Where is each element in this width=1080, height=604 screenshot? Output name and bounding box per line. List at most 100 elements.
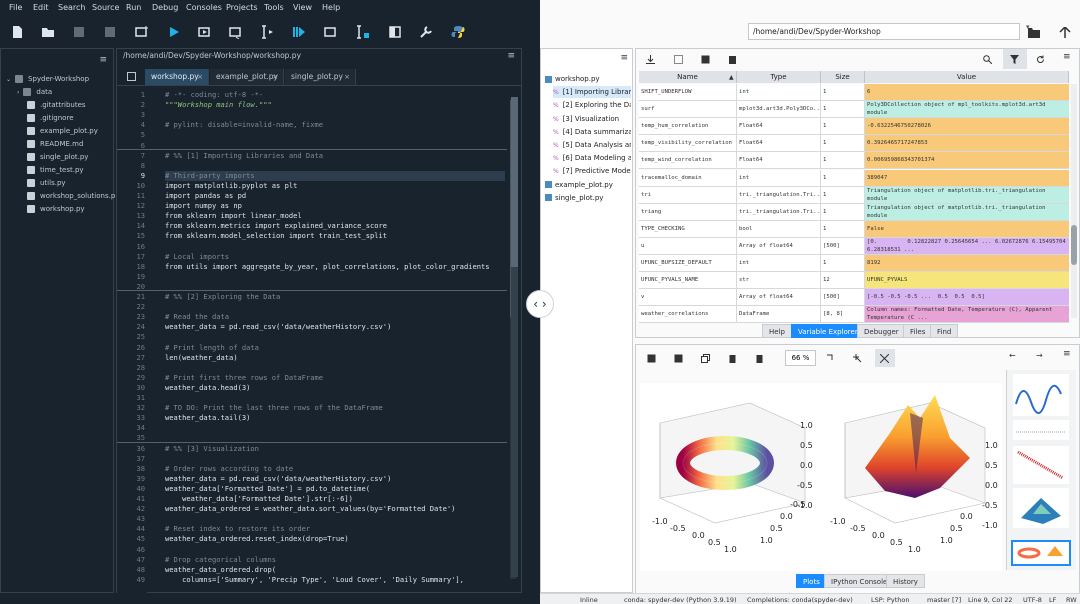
copy-plot-icon[interactable] [701, 354, 710, 363]
outline-item[interactable]: workshop.py [545, 73, 631, 85]
next-plot-icon[interactable]: → [1036, 351, 1043, 360]
status-conda[interactable]: conda: spyder-dev (Python 3.9.19) [624, 596, 737, 604]
menu-item-file[interactable]: File [9, 3, 22, 12]
tab-help[interactable]: Help [762, 324, 792, 338]
pane-menu-icon[interactable]: ≡ [620, 53, 628, 63]
outline-item[interactable]: % [6] Data Modeling a [553, 152, 631, 164]
variable-row[interactable]: weather_correlations DataFrame [8, 8] Colum… [639, 306, 1069, 324]
tab-variable-explorer[interactable]: Variable Explorer [791, 324, 865, 338]
outline-item[interactable]: % [3] Visualization [553, 113, 631, 125]
tab-files[interactable]: Files [903, 324, 933, 338]
run-cell-icon[interactable] [198, 25, 212, 39]
import-data-icon[interactable] [646, 55, 655, 64]
variable-row[interactable]: triang tri._triangulation.Tri... 1 Triangul… [639, 203, 1069, 221]
outline-item[interactable]: % [5] Data Analysis and [553, 139, 631, 151]
collapse-arrow-icon[interactable]: ⌄ [6, 76, 11, 83]
project-item[interactable]: › data [17, 86, 52, 99]
variable-row[interactable]: surf mplot3d.art3d.Poly3DCo... 1 Poly3DColl… [639, 101, 1069, 119]
pane-menu-icon[interactable]: ≡ [1063, 52, 1071, 62]
thumbnail-scatter-plot[interactable] [1013, 446, 1069, 484]
zoom-out-icon[interactable] [826, 354, 835, 363]
tab-history[interactable]: History [886, 574, 925, 588]
code-area[interactable]: 1 # -*- coding: utf-8 -*- 2 """Workshop mai… [117, 90, 521, 590]
thumbnail-surface-plot[interactable] [1013, 488, 1069, 528]
browse-tabs-icon[interactable] [127, 72, 136, 81]
pane-menu-icon[interactable]: ≡ [1063, 349, 1071, 359]
debug-cell-icon[interactable] [324, 25, 338, 39]
variable-row[interactable]: SHIFT_UNDERFLOW int 1 6 [639, 84, 1069, 102]
status-git-branch[interactable]: master [7] [927, 596, 961, 604]
run-selection-icon[interactable] [261, 25, 275, 39]
outline-item[interactable]: % [2] Exploring the Da [553, 99, 631, 111]
debug-icon[interactable] [292, 25, 306, 39]
status-lsp[interactable]: LSP: Python [871, 596, 909, 604]
close-tab-icon[interactable]: × [344, 69, 350, 85]
preferences-wrench-icon[interactable] [419, 25, 433, 39]
panel-switch-button[interactable]: ‹ › [526, 290, 554, 318]
browse-folder-icon[interactable] [1028, 27, 1040, 38]
variable-row[interactable]: temp_visibility_correlation Float64 1 0.392… [639, 135, 1069, 153]
variable-row[interactable]: v Array of float64 [500] [-0.5 -0.5 -0.5 ..… [639, 289, 1069, 307]
new-cell-icon[interactable] [135, 25, 149, 39]
editor-tab[interactable]: workshop.py × [145, 69, 209, 85]
zoom-in-icon[interactable] [853, 354, 862, 363]
menu-item-run[interactable]: Run [126, 3, 141, 12]
search-icon[interactable] [983, 55, 992, 64]
menu-item-tools[interactable]: Tools [264, 3, 284, 12]
save-data-as-icon[interactable] [701, 55, 710, 64]
maximize-pane-icon[interactable] [388, 25, 402, 39]
pane-menu-icon[interactable]: ≡ [99, 55, 107, 65]
thumbnail-current-plot[interactable] [1011, 540, 1071, 566]
thumbnail-series-plot[interactable] [1013, 420, 1069, 440]
variable-row[interactable]: temp_hum_correlation Float64 1 -0.632254675… [639, 118, 1069, 136]
menu-item-view[interactable]: View [293, 3, 312, 12]
close-tab-icon[interactable]: × [272, 69, 278, 85]
remove-plot-icon[interactable] [728, 354, 737, 363]
column-header-size[interactable]: Size [821, 71, 865, 83]
variable-row[interactable]: temp_wind_correlation Float64 1 0.006959868… [639, 152, 1069, 170]
new-file-icon[interactable] [10, 25, 24, 39]
editor-overview-thumb[interactable] [511, 97, 518, 267]
project-item[interactable]: workshop_solutions.p [27, 190, 115, 203]
menu-item-source[interactable]: Source [92, 3, 119, 12]
open-folder-icon[interactable] [41, 25, 55, 39]
thumbnail-temperature-plot[interactable] [1013, 374, 1069, 416]
outline-item[interactable]: % [1] Importing Librar [553, 86, 631, 99]
pane-menu-icon[interactable]: ≡ [507, 51, 515, 61]
filter-icon[interactable] [1010, 55, 1019, 64]
menu-item-projects[interactable]: Projects [226, 3, 258, 12]
variable-row[interactable]: UFUNC_BUFSIZE_DEFAULT int 1 8192 [639, 255, 1069, 273]
tab-plots[interactable]: Plots [796, 574, 827, 588]
save-all-plots-icon[interactable] [674, 354, 683, 363]
project-item[interactable]: time_test.py [27, 164, 84, 177]
variable-scrollbar[interactable] [1071, 84, 1077, 318]
save-icon[interactable] [72, 25, 86, 39]
run-cell-advance-icon[interactable] [229, 25, 243, 39]
save-all-icon[interactable] [103, 25, 117, 39]
tab-ipython-console[interactable]: IPython Console [824, 574, 895, 588]
close-tab-icon[interactable]: × [197, 69, 203, 85]
refresh-icon[interactable] [1036, 55, 1045, 64]
save-data-icon[interactable] [674, 55, 683, 64]
variable-row[interactable]: tri tri._triangulation.Tri... 1 Triangulati… [639, 186, 1069, 204]
outline-item[interactable]: % [4] Data summariza [553, 126, 631, 138]
project-item[interactable]: example_plot.py [27, 125, 98, 138]
parent-dir-icon[interactable] [1059, 27, 1071, 38]
menu-item-help[interactable]: Help [322, 3, 340, 12]
variable-scrollbar-thumb[interactable] [1071, 225, 1077, 265]
editor-tab[interactable]: single_plot.py × [285, 69, 356, 85]
fit-plot-icon[interactable] [880, 354, 889, 363]
project-item[interactable]: utils.py [27, 177, 66, 190]
project-root[interactable]: ⌄ Spyder-Workshop [6, 73, 89, 86]
debug-selection-icon[interactable] [356, 25, 370, 39]
column-header-value[interactable]: Value [865, 71, 1069, 83]
variable-row[interactable]: TYPE_CHECKING bool 1 False [639, 220, 1069, 238]
project-item[interactable]: workshop.py [27, 203, 85, 216]
project-item[interactable]: README.md [27, 138, 83, 151]
tab-debugger[interactable]: Debugger [857, 324, 906, 338]
outline-item[interactable]: single_plot.py [545, 192, 631, 204]
menu-item-edit[interactable]: Edit [33, 3, 49, 12]
run-icon[interactable] [167, 25, 181, 39]
column-header-name[interactable]: Name [639, 71, 737, 83]
project-item[interactable]: single_plot.py [27, 151, 88, 164]
